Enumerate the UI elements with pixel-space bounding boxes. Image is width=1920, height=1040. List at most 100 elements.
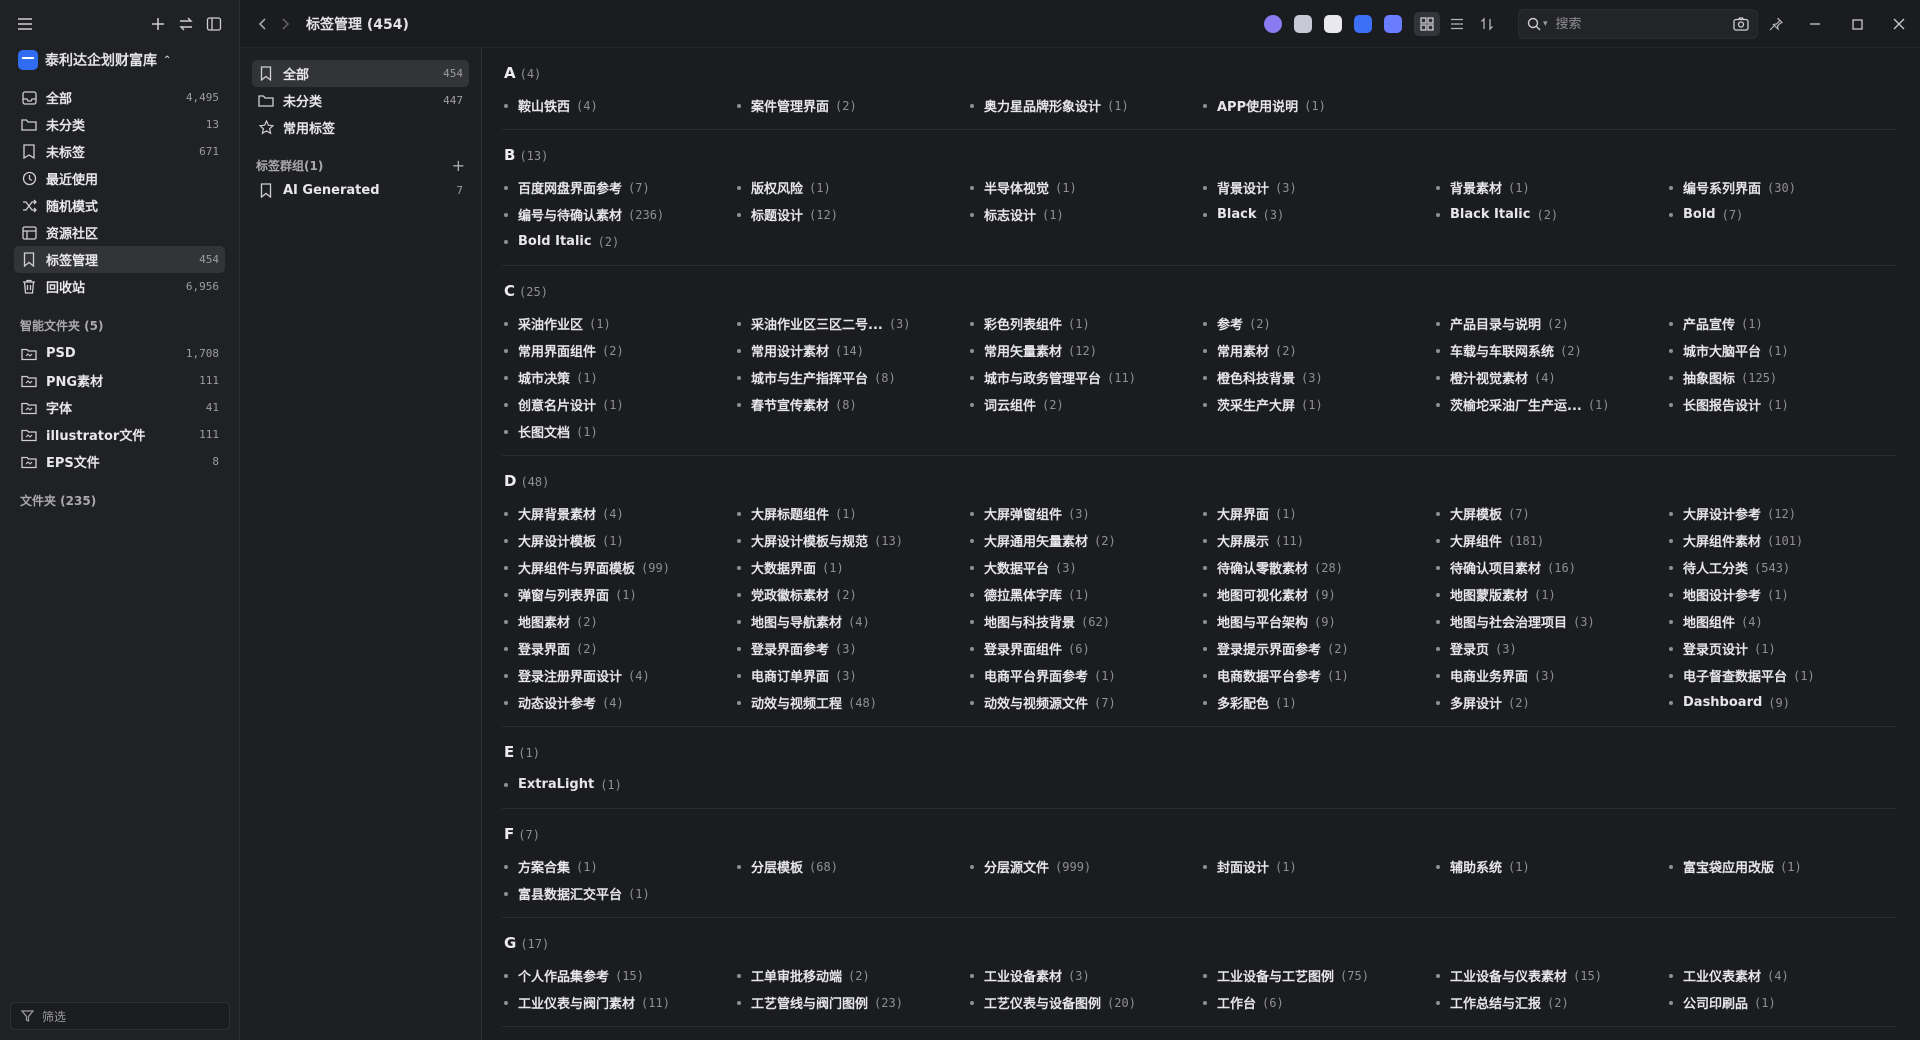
tag-item[interactable]: 地图可视化素材 (9) [1201,581,1434,608]
tag-item[interactable]: 地图与导航素材 (4) [735,608,968,635]
tag-item[interactable]: 橙色科技背景 (3) [1201,364,1434,391]
tag-item[interactable]: 登录界面组件 (6) [968,635,1201,662]
smart-folder-item[interactable]: 字体 41 [14,394,225,421]
grid-view-icon[interactable] [1414,12,1440,36]
tag-item[interactable]: 背景设计 (3) [1201,174,1434,201]
tag-item[interactable]: 橙汁视觉素材 (4) [1434,364,1667,391]
tag-item[interactable]: ExtraLight (1) [502,771,735,798]
tag-item[interactable]: 标题设计 (12) [735,201,968,228]
tag-item[interactable]: 大屏模板 (7) [1434,500,1667,527]
tag-item[interactable]: 辅助系统 (1) [1434,853,1667,880]
sidebar-item-tag-management[interactable]: 标签管理 454 [14,246,225,273]
tag-item[interactable]: 工艺管线与阀门图例 (23) [735,989,968,1016]
tag-item[interactable]: 待人工分类 (543) [1667,554,1900,581]
forward-arrow-icon[interactable] [280,17,290,31]
tag-item[interactable]: 党政徽标素材 (2) [735,581,968,608]
tag-item[interactable]: 登录页 (3) [1434,635,1667,662]
tag-item[interactable]: 登录提示界面参考 (2) [1201,635,1434,662]
tag-item[interactable]: 工业设备素材 (3) [968,962,1201,989]
tag-item[interactable]: 个人作品集参考 (15) [502,962,735,989]
tag-item[interactable]: 城市与生产指挥平台 (8) [735,364,968,391]
tag-item[interactable]: 待确认项目素材 (16) [1434,554,1667,581]
tag-item[interactable]: 地图组件 (4) [1667,608,1900,635]
tag-item[interactable]: 采油作业区三区二号... (3) [735,310,968,337]
tag-item[interactable]: 大屏弹窗组件 (3) [968,500,1201,527]
tag-item[interactable]: 鞍山铁西 (4) [502,92,735,119]
sidebar-item-random[interactable]: 随机模式 [14,192,225,219]
tag-item[interactable]: Bold Italic (2) [502,228,735,255]
library-switcher[interactable]: 泰利达企划财富库 ⌃ [0,48,239,72]
switch-icon[interactable] [177,15,195,33]
tag-item[interactable]: 版权风险 (1) [735,174,968,201]
sidebar-toggle-icon[interactable] [205,15,223,33]
tag-item[interactable]: 常用界面组件 (2) [502,337,735,364]
tag-item[interactable]: 春节宣传素材 (8) [735,391,968,418]
tag-item[interactable]: 城市决策 (1) [502,364,735,391]
tag-item[interactable]: 常用矢量素材 (12) [968,337,1201,364]
tag-item[interactable]: 地图与科技背景 (62) [968,608,1201,635]
panel-item-all[interactable]: 全部 454 [252,60,469,87]
tag-item[interactable]: 产品目录与说明 (2) [1434,310,1667,337]
tag-item[interactable]: 半导体视觉 (1) [968,174,1201,201]
tag-item[interactable]: 动态设计参考 (4) [502,689,735,716]
tag-item[interactable]: 标志设计 (1) [968,201,1201,228]
smart-folder-item[interactable]: EPS文件 8 [14,448,225,475]
tag-item[interactable]: 大数据平台 (3) [968,554,1201,581]
tag-item[interactable]: 背景素材 (1) [1434,174,1667,201]
tag-item[interactable]: 编号系列界面 (30) [1667,174,1900,201]
pin-icon[interactable] [1758,0,1794,48]
tag-item[interactable]: 登录界面参考 (3) [735,635,968,662]
tag-item[interactable]: 公司印刷品 (1) [1667,989,1900,1016]
tag-item[interactable]: 工作台 (6) [1201,989,1434,1016]
tag-item[interactable]: Black Italic (2) [1434,201,1667,228]
tag-item[interactable]: 大屏展示 (11) [1201,527,1434,554]
tag-item[interactable]: 创意名片设计 (1) [502,391,735,418]
plugin-1-icon[interactable] [1264,15,1282,33]
smart-folders-header[interactable]: 智能文件夹 (5) [0,314,239,336]
sidebar-item-trash[interactable]: 回收站 6,956 [14,273,225,300]
tag-item[interactable]: 工艺仪表与设备图例 (20) [968,989,1201,1016]
maximize-icon[interactable] [1836,0,1878,48]
tag-item[interactable]: 大屏组件与界面模板 (99) [502,554,735,581]
close-icon[interactable] [1878,0,1920,48]
tag-item[interactable]: 茨采生产大屏 (1) [1201,391,1434,418]
tag-item[interactable]: 多彩配色 (1) [1201,689,1434,716]
tag-item[interactable]: 大数据界面 (1) [735,554,968,581]
panel-item-favorite-tags[interactable]: 常用标签 [252,114,469,141]
folders-header[interactable]: 文件夹 (235) [0,489,239,511]
tag-item[interactable]: 电商业务界面 (3) [1434,662,1667,689]
tag-item[interactable]: 工业设备与工艺图例 (75) [1201,962,1434,989]
plugin-3-icon[interactable] [1324,15,1342,33]
tag-item[interactable]: 工业设备与仪表素材 (15) [1434,962,1667,989]
tag-item[interactable]: 登录注册界面设计 (4) [502,662,735,689]
tag-item[interactable]: 词云组件 (2) [968,391,1201,418]
tag-item[interactable]: 分层模板 (68) [735,853,968,880]
tag-item[interactable]: 富宝袋应用改版 (1) [1667,853,1900,880]
panel-item-uncategorized[interactable]: 未分类 447 [252,87,469,114]
tag-item[interactable]: 地图与平台架构 (9) [1201,608,1434,635]
tag-item[interactable]: 大屏设计模板 (1) [502,527,735,554]
tag-item[interactable]: 常用设计素材 (14) [735,337,968,364]
sort-icon[interactable] [1474,12,1500,36]
tag-group-item[interactable]: AI Generated 7 [252,177,469,204]
tag-item[interactable]: 地图素材 (2) [502,608,735,635]
tag-item[interactable]: 长图文档 (1) [502,418,735,445]
tag-item[interactable]: 彩色列表组件 (1) [968,310,1201,337]
tag-item[interactable]: 大屏设计参考 (12) [1667,500,1900,527]
sidebar-item-recent[interactable]: 最近使用 [14,165,225,192]
search-box[interactable]: ▾ [1518,9,1758,39]
image-search-icon[interactable] [1733,17,1749,31]
tag-item[interactable]: 大屏设计模板与规范 (13) [735,527,968,554]
smart-folder-item[interactable]: illustrator文件 111 [14,421,225,448]
tag-item[interactable]: 城市与政务管理平台 (11) [968,364,1201,391]
tag-item[interactable]: 封面设计 (1) [1201,853,1434,880]
tag-item[interactable]: 多屏设计 (2) [1434,689,1667,716]
sidebar-item-untagged[interactable]: 未标签 671 [14,138,225,165]
menu-icon[interactable] [16,15,34,33]
tag-item[interactable]: 参考 (2) [1201,310,1434,337]
tag-item[interactable]: 大屏背景素材 (4) [502,500,735,527]
tag-item[interactable]: 工作总结与汇报 (2) [1434,989,1667,1016]
minimize-icon[interactable] [1794,0,1836,48]
search-input[interactable] [1555,16,1706,32]
tag-item[interactable]: 待确认零散素材 (28) [1201,554,1434,581]
